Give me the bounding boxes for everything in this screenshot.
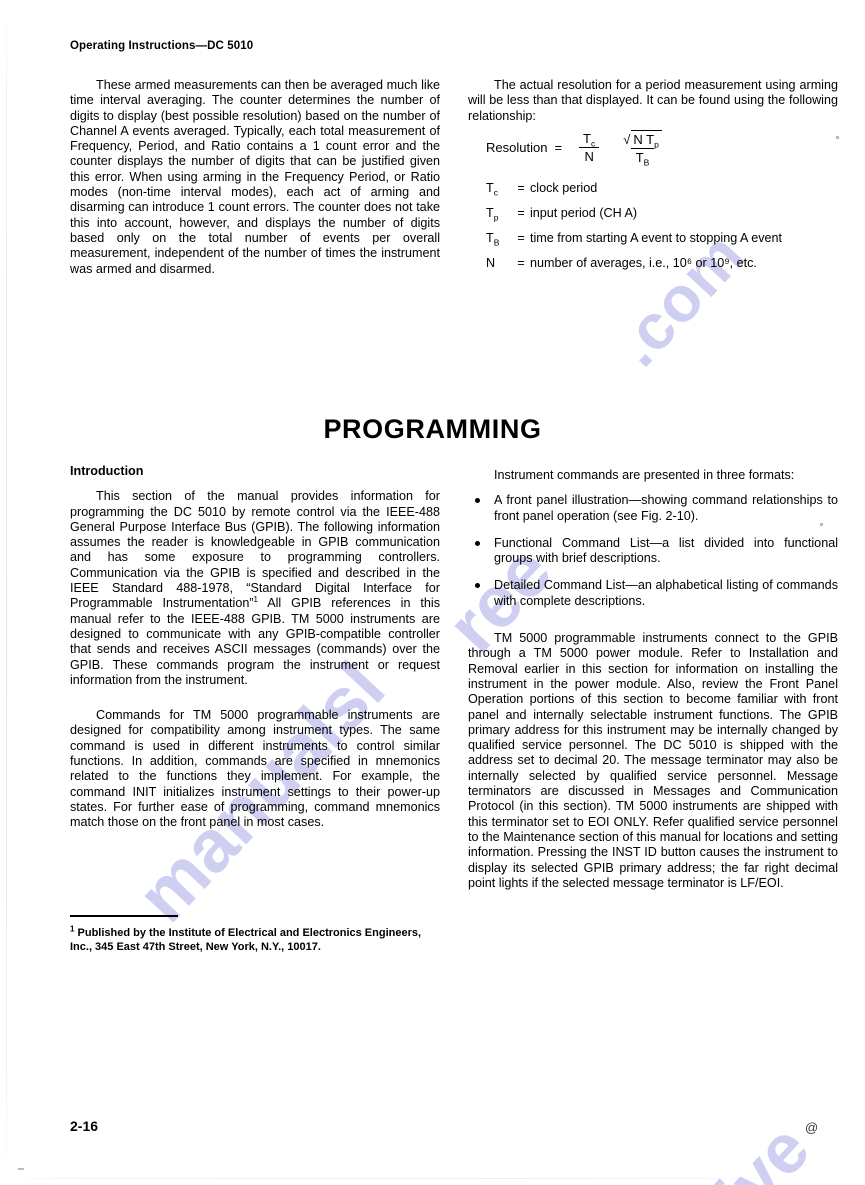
page-number: 2-16 — [70, 1118, 99, 1134]
definition-variable-subscript: c — [493, 188, 498, 198]
paragraph-tm5000-connection: TM 5000 programmable instruments connect… — [468, 631, 838, 890]
left-column-introduction: Introduction This section of the manual … — [70, 464, 440, 904]
definition-row: Tc = clock period — [486, 181, 838, 198]
formula-denominator-n: N — [579, 147, 599, 164]
definition-equals: = — [517, 181, 525, 196]
page-content: Operating Instructions—DC 5010 These arm… — [0, 0, 865, 1185]
formula-tb-base: T — [635, 150, 644, 166]
footnote-body: Published by the Institute of Electrical… — [70, 926, 422, 953]
footnote-text: 1 Published by the Institute of Electric… — [70, 923, 440, 954]
variable-definitions-list: Tc = clock period Tp = input period (CH A) T… — [468, 181, 838, 271]
footnote-rule — [70, 915, 178, 917]
list-item-label: Functional Command List—a list divided i… — [494, 535, 838, 566]
definition-text: time from starting A event to stopping A… — [530, 231, 783, 246]
paragraph-actual-resolution: The actual resolution for a period measu… — [468, 78, 838, 123]
definition-variable-base: N — [486, 256, 496, 271]
formula-fraction-sqrt-over-tb: √ N Tp TB — [618, 129, 667, 168]
definition-variable: TB — [486, 231, 512, 248]
paragraph-commands-compatibility: Commands for TM 5000 programmable instru… — [70, 708, 440, 830]
definition-variable: Tc — [486, 181, 512, 198]
definition-text: input period (CH A) — [530, 206, 638, 221]
list-item: Detailed Command List—an alphabetical li… — [468, 578, 838, 609]
page-title: PROGRAMMING — [323, 414, 542, 444]
scanned-manual-page: manualsl ree .com ive Operating Instruct… — [0, 0, 865, 1185]
paragraph-formats-lead: Instrument commands are presented in thr… — [494, 468, 795, 482]
definition-row: TB = time from starting A event to stoppin… — [486, 231, 838, 248]
paragraph-introduction: This section of the manual provides info… — [70, 489, 440, 688]
copyright-mark-icon: @ — [805, 1120, 819, 1135]
definition-equals: = — [517, 256, 525, 271]
formula-lhs-label: Resolution — [486, 140, 548, 156]
formula-ntp-base: N T — [633, 131, 655, 147]
definition-row: N = number of averages, i.e., 10⁶ or 10⁹, … — [486, 256, 838, 271]
definition-variable-subscript: B — [493, 238, 500, 248]
definition-variable-subscript: p — [493, 213, 499, 223]
command-formats-list: A front panel illustration—showing comma… — [468, 493, 838, 609]
list-item: Functional Command List—a list divided i… — [468, 536, 838, 567]
right-column-top: The actual resolution for a period measu… — [468, 78, 838, 378]
introduction-heading: Introduction — [70, 464, 144, 478]
square-root-icon: √ — [623, 131, 631, 147]
running-head: Operating Instructions—DC 5010 — [70, 40, 254, 52]
paragraph-armed-measurements: These armed measurements can then be ave… — [70, 78, 440, 276]
intro-text-part1: This section of the manual provides info… — [70, 489, 440, 611]
footnote-block: 1 Published by the Institute of Electric… — [70, 915, 440, 954]
definition-equals: = — [517, 206, 525, 221]
definition-row: Tp = input period (CH A) — [486, 206, 838, 223]
formula-fraction-tc-over-n: Tc N — [578, 131, 600, 165]
definition-variable: Tp — [486, 206, 512, 223]
left-column-top: These armed measurements can then be ave… — [70, 78, 440, 378]
definition-variable-base: T — [486, 231, 494, 246]
right-column-formats: Instrument commands are presented in thr… — [468, 468, 838, 968]
footnote-number: 1 — [70, 923, 75, 933]
definition-text: clock period — [530, 181, 598, 196]
bullet-icon — [475, 583, 480, 589]
list-item-label: A front panel illustration—showing comma… — [494, 493, 838, 523]
resolution-formula: Resolution = Tc N √ N Tp TB — [468, 129, 838, 168]
bullet-icon — [475, 498, 480, 504]
definition-text: number of averages, i.e., 10⁶ or 10⁹, et… — [530, 256, 757, 271]
formula-tb-subscript: B — [643, 157, 650, 168]
formula-numerator-tc: Tc — [578, 130, 600, 148]
list-item: A front panel illustration—showing comma… — [468, 493, 838, 524]
list-item-label: Detailed Command List—an alphabetical li… — [494, 578, 838, 608]
formula-denominator-tb: TB — [630, 148, 655, 168]
formula-equals-sign: = — [554, 140, 563, 156]
definition-variable-base: T — [486, 206, 494, 221]
bullet-icon — [475, 540, 480, 546]
definition-variable-base: T — [486, 181, 494, 196]
formula-radicand: N Tp — [631, 129, 662, 150]
definition-variable: N — [486, 256, 512, 271]
formula-tc-base: T — [583, 130, 591, 146]
formula-numerator-sqrt-ntp: √ N Tp — [618, 129, 667, 150]
formula-tp-subscript: p — [654, 139, 659, 150]
definition-equals: = — [517, 231, 525, 246]
